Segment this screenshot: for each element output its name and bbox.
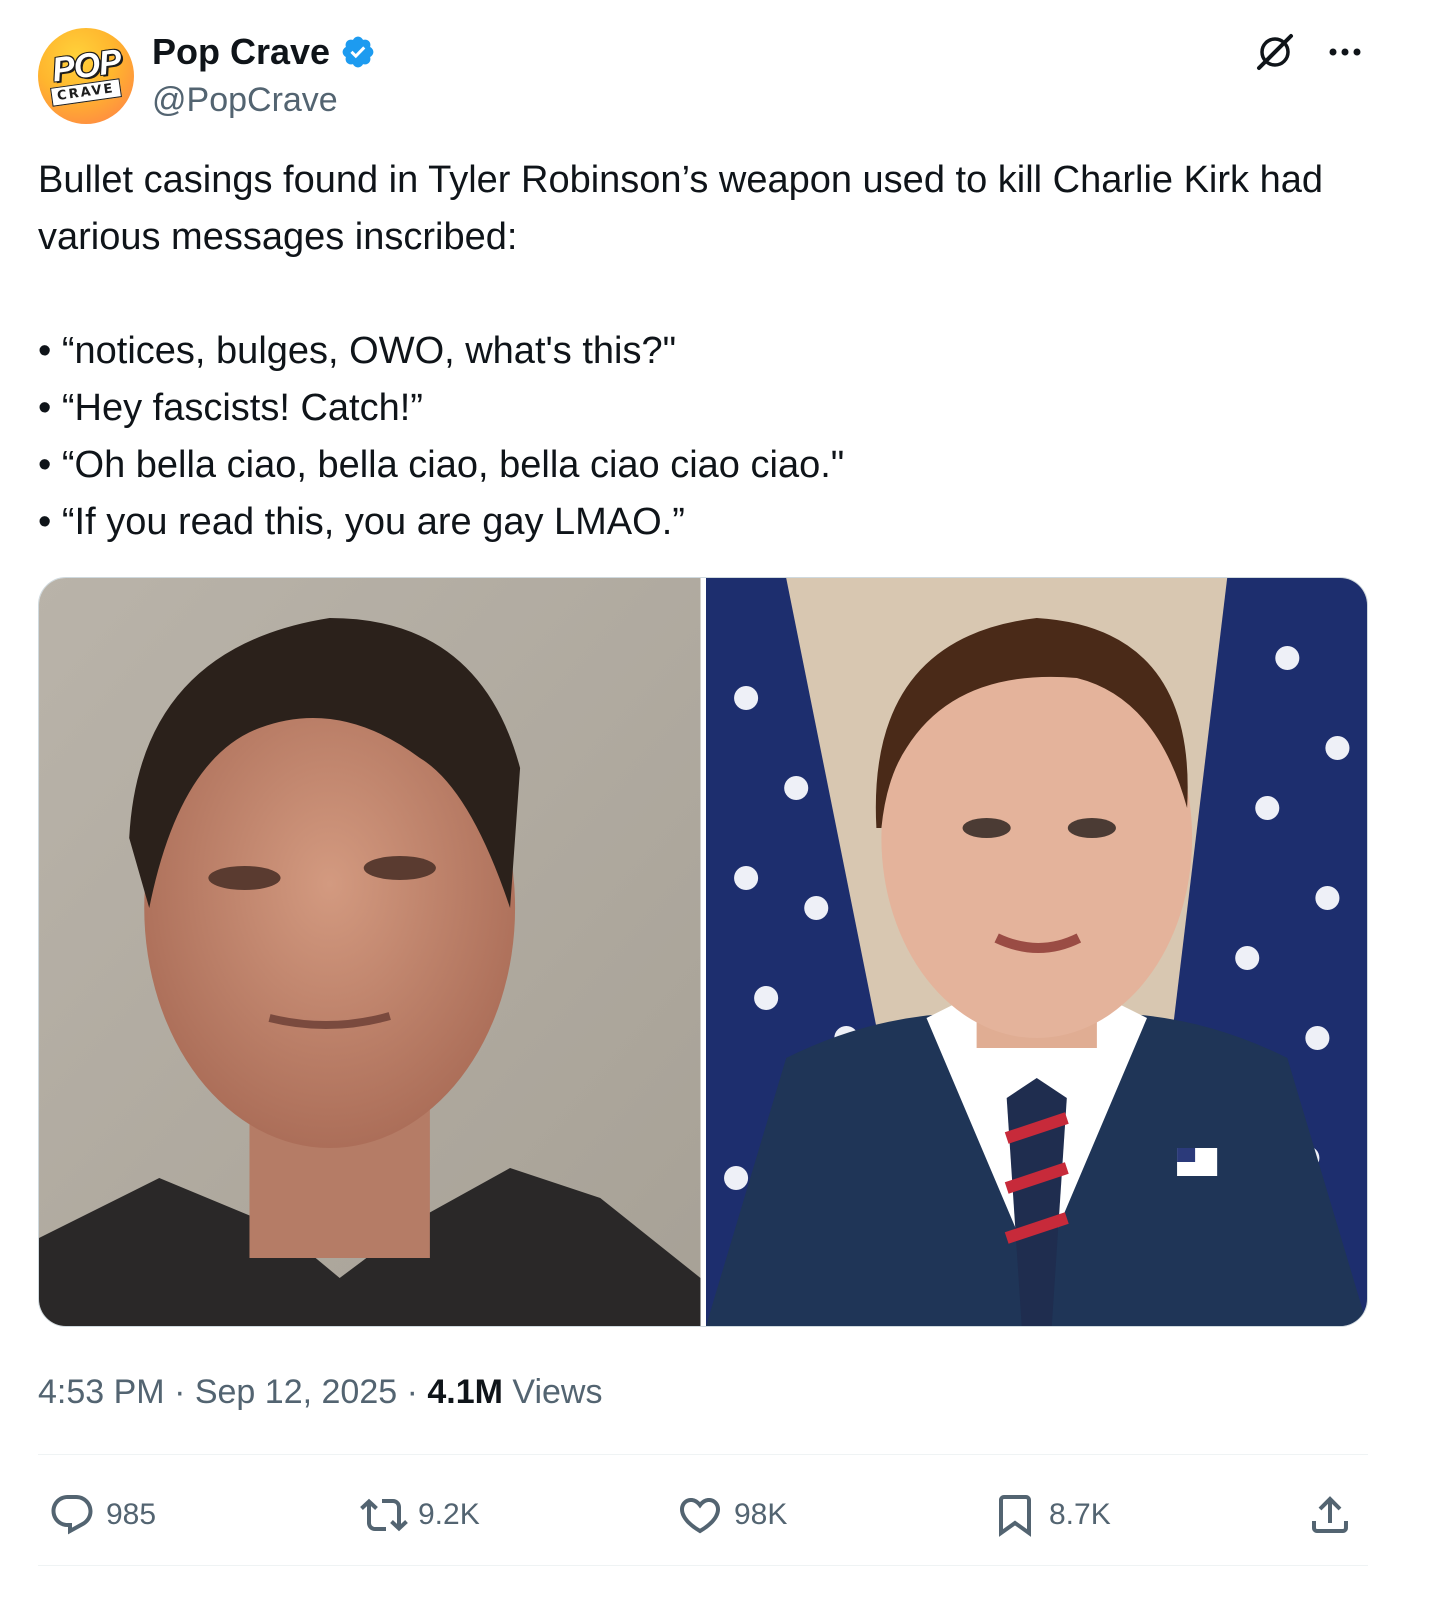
tweet-bullet-list: “notices, bulges, OWO, what's this?" “He…: [38, 323, 1378, 551]
bookmark-count: 8.7K: [1049, 1498, 1111, 1531]
tweet-action-bar: 985 9.2K 98K 8.7K: [38, 1480, 1368, 1550]
bookmark-icon: [999, 1495, 1031, 1537]
divider: [38, 1454, 1368, 1455]
tweet-text: Bullet casings found in Tyler Robinson’s…: [38, 152, 1378, 551]
views-count: 4.1M: [427, 1373, 503, 1411]
media-photo-left[interactable]: [39, 578, 701, 1326]
repost-count: 9.2K: [418, 1498, 480, 1531]
tweet-header-actions: [1253, 30, 1365, 74]
bookmark-button[interactable]: 8.7K: [991, 1480, 1111, 1550]
reply-count: 985: [106, 1498, 157, 1531]
repost-button[interactable]: 9.2K: [360, 1480, 480, 1550]
tweet-intro: Bullet casings found in Tyler Robinson’s…: [38, 159, 1323, 258]
list-item: “If you read this, you are gay LMAO.”: [38, 494, 1378, 551]
meta-separator: ·: [164, 1373, 195, 1411]
share-icon: [1312, 1496, 1348, 1533]
author-name[interactable]: Pop Crave: [152, 30, 330, 74]
reply-button[interactable]: 985: [48, 1480, 156, 1550]
like-button[interactable]: 98K: [676, 1480, 787, 1550]
tweet-date[interactable]: Sep 12, 2025: [195, 1373, 397, 1411]
author-name-row[interactable]: Pop Crave: [152, 30, 376, 74]
repost-icon: [360, 1498, 408, 1532]
like-icon: [679, 1498, 721, 1534]
author-handle[interactable]: @PopCrave: [152, 78, 376, 122]
tweet-meta: 4:53 PM · Sep 12, 2025 · 4.1M Views: [38, 1368, 602, 1416]
author-avatar[interactable]: POP CRAVE: [38, 28, 134, 124]
tweet-time[interactable]: 4:53 PM: [38, 1373, 165, 1411]
verified-badge-icon: [342, 36, 374, 68]
views-label: Views: [502, 1373, 603, 1411]
grok-icon[interactable]: [1253, 30, 1297, 74]
list-item: “notices, bulges, OWO, what's this?": [38, 323, 1378, 380]
tweet-media: [38, 577, 1368, 1327]
author-info: Pop Crave @PopCrave: [152, 30, 376, 122]
meta-separator: ·: [397, 1373, 428, 1411]
divider: [38, 1565, 1368, 1566]
media-photo-right[interactable]: [705, 578, 1367, 1326]
list-item: “Oh bella ciao, bella ciao, bella ciao c…: [38, 437, 1378, 494]
more-icon[interactable]: [1325, 32, 1365, 72]
like-count: 98K: [734, 1498, 788, 1531]
reply-icon: [51, 1495, 93, 1535]
list-item: “Hey fascists! Catch!”: [38, 380, 1378, 437]
share-button[interactable]: [1306, 1480, 1354, 1550]
